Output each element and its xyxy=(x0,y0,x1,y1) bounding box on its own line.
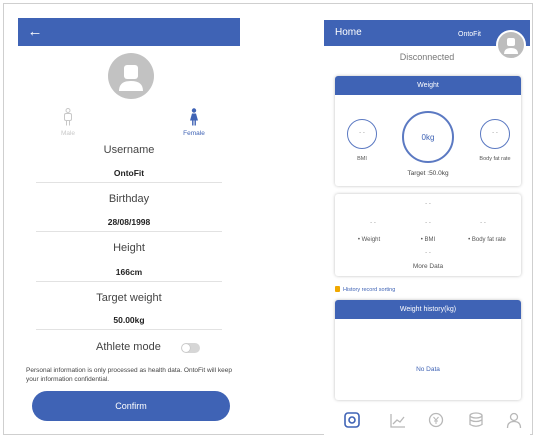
toggle-knob xyxy=(182,344,190,352)
gender-label-male: Male xyxy=(60,130,76,137)
bmi-gauge: - - xyxy=(347,119,377,149)
lock-icon xyxy=(335,286,340,292)
brand-name: OntoFit xyxy=(458,31,481,38)
birthday-field[interactable]: 28/08/1998 xyxy=(18,217,240,227)
bmi-metric-value: - - xyxy=(425,220,431,226)
divider xyxy=(36,182,222,183)
home-screen: Home OntoFit Disconnected Weight - - BMI… xyxy=(324,20,530,436)
username-label: Username xyxy=(103,144,155,156)
target-weight: Target :50.0kg xyxy=(407,170,449,177)
body-fat-gauge: - - xyxy=(480,119,510,149)
target-weight-field[interactable]: 50.00kg xyxy=(18,315,240,325)
database-icon xyxy=(469,412,483,427)
trend-chart-icon xyxy=(390,414,405,428)
female-icon xyxy=(190,108,198,126)
back-arrow-icon[interactable]: ← xyxy=(24,22,46,42)
weight-value: 0kg xyxy=(421,133,435,142)
profile-screen: ← Male Female Username OntoFit Birthday … xyxy=(18,18,240,426)
page-title: Home xyxy=(335,27,362,38)
avatar[interactable] xyxy=(108,53,154,99)
nav-trend[interactable] xyxy=(388,410,408,430)
privacy-note: Personal information is only processed a… xyxy=(26,367,232,383)
gender-label-female: Female xyxy=(183,130,205,137)
screenshot-frame: ← Male Female Username OntoFit Birthday … xyxy=(3,3,533,436)
no-data-text: No Data xyxy=(416,366,440,373)
weight-gauge[interactable]: 0kg xyxy=(402,111,454,163)
metric-dash: - - xyxy=(425,201,431,207)
gender-option-male[interactable]: Male xyxy=(48,108,88,137)
coin-icon xyxy=(428,412,444,428)
divider xyxy=(36,329,222,330)
weight-metric-label: • Weight xyxy=(357,237,381,243)
athlete-mode-label: Athlete mode xyxy=(96,341,161,353)
metrics-card: - - - - - - - - • Weight • BMI • Body fa… xyxy=(335,194,521,276)
body-fat-metric-value: - - xyxy=(480,220,486,226)
profile-icon xyxy=(506,412,522,429)
weight-history-card: Weight history(kg) No Data xyxy=(335,300,521,400)
username-field[interactable]: OntoFit xyxy=(18,168,240,178)
athlete-mode-row: Athlete mode xyxy=(18,340,240,358)
bottom-nav xyxy=(324,408,530,432)
more-data-link[interactable]: More Data xyxy=(335,263,521,270)
weight-metric-value: - - xyxy=(370,220,376,226)
birthday-label: Birthday xyxy=(108,193,150,205)
history-sort-label: History record sorting xyxy=(343,287,396,293)
height-field[interactable]: 166cm xyxy=(18,267,240,277)
bmi-metric-label: • BMI xyxy=(420,237,436,243)
nav-profile[interactable] xyxy=(504,410,524,430)
body-fat-value: - - xyxy=(492,130,498,136)
height-label: Height xyxy=(113,242,145,254)
target-weight-label: Target weight xyxy=(96,292,162,304)
weight-card-title: Weight xyxy=(335,76,521,95)
profile-header: ← xyxy=(18,18,240,46)
bmi-value: - - xyxy=(359,130,365,136)
history-record-sorting[interactable]: History record sorting xyxy=(335,286,395,293)
weight-card: Weight - - BMI 0kg - - Body fat rate Tar… xyxy=(335,76,521,186)
body-fat-gauge-label: Body fat rate xyxy=(479,156,511,162)
user-silhouette-icon xyxy=(119,65,143,91)
metric-dash: - - xyxy=(425,250,431,256)
nav-home[interactable] xyxy=(342,410,362,430)
confirm-button[interactable]: Confirm xyxy=(32,391,230,421)
gender-option-female[interactable]: Female xyxy=(174,108,214,137)
bmi-gauge-label: BMI xyxy=(357,156,367,162)
male-icon xyxy=(64,108,72,126)
divider xyxy=(36,281,222,282)
nav-database[interactable] xyxy=(466,410,486,430)
weight-history-title: Weight history(kg) xyxy=(335,300,521,319)
home-icon xyxy=(344,412,360,428)
connection-status: Disconnected xyxy=(399,52,455,62)
divider xyxy=(36,231,222,232)
nav-coin[interactable] xyxy=(426,410,446,430)
athlete-mode-toggle[interactable] xyxy=(181,343,200,353)
body-fat-metric-label: • Body fat rate xyxy=(468,237,506,243)
